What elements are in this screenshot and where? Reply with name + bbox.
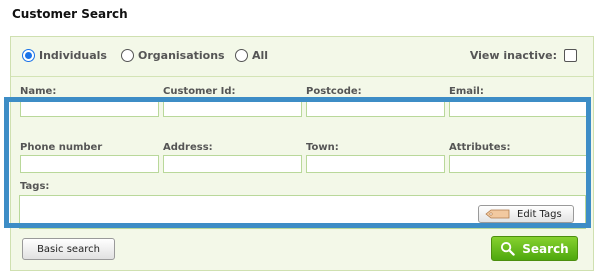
phone-number-input[interactable] xyxy=(20,155,159,173)
name-input[interactable] xyxy=(20,99,159,117)
name-label: Name: xyxy=(20,86,57,97)
postcode-label: Postcode: xyxy=(306,86,362,97)
tags-label: Tags: xyxy=(20,181,50,192)
email-label: Email: xyxy=(449,86,484,97)
customer-id-label: Customer Id: xyxy=(163,86,236,97)
postcode-input[interactable] xyxy=(306,99,445,117)
attributes-input[interactable] xyxy=(449,155,588,173)
town-input[interactable] xyxy=(306,155,445,173)
view-inactive-label: View inactive: xyxy=(469,49,557,62)
radio-organisations[interactable]: Organisations xyxy=(121,49,225,62)
tag-icon xyxy=(485,209,510,219)
tags-field[interactable]: Edit Tags xyxy=(19,195,586,229)
town-label: Town: xyxy=(306,142,339,153)
radio-button-icon[interactable] xyxy=(121,49,134,62)
customer-type-row: Individuals Organisations All View inact… xyxy=(11,37,593,77)
address-label: Address: xyxy=(163,142,213,153)
radio-all-label: All xyxy=(252,49,269,62)
search-panel: Individuals Organisations All View inact… xyxy=(10,36,594,271)
radio-all[interactable]: All xyxy=(235,49,268,62)
attributes-label: Attributes: xyxy=(449,142,511,153)
radio-individuals-label: Individuals xyxy=(39,49,107,62)
phone-number-label: Phone number xyxy=(20,142,103,153)
address-input[interactable] xyxy=(163,155,302,173)
radio-organisations-label: Organisations xyxy=(138,49,225,62)
radio-button-icon[interactable] xyxy=(235,49,248,62)
basic-search-button[interactable]: Basic search xyxy=(22,238,115,260)
search-label: Search xyxy=(522,241,569,256)
radio-button-selected-icon[interactable] xyxy=(22,49,35,62)
email-input[interactable] xyxy=(449,99,588,117)
radio-individuals[interactable]: Individuals xyxy=(22,49,107,62)
magnifier-icon xyxy=(501,241,515,256)
view-inactive-toggle[interactable]: View inactive: xyxy=(470,49,577,62)
customer-id-input[interactable] xyxy=(163,99,302,117)
edit-tags-button[interactable]: Edit Tags xyxy=(478,205,574,223)
edit-tags-label: Edit Tags xyxy=(517,208,562,220)
basic-search-label: Basic search xyxy=(37,243,100,255)
view-inactive-checkbox[interactable] xyxy=(564,49,577,62)
search-button[interactable]: Search xyxy=(491,236,578,261)
page-title: Customer Search xyxy=(12,7,128,21)
